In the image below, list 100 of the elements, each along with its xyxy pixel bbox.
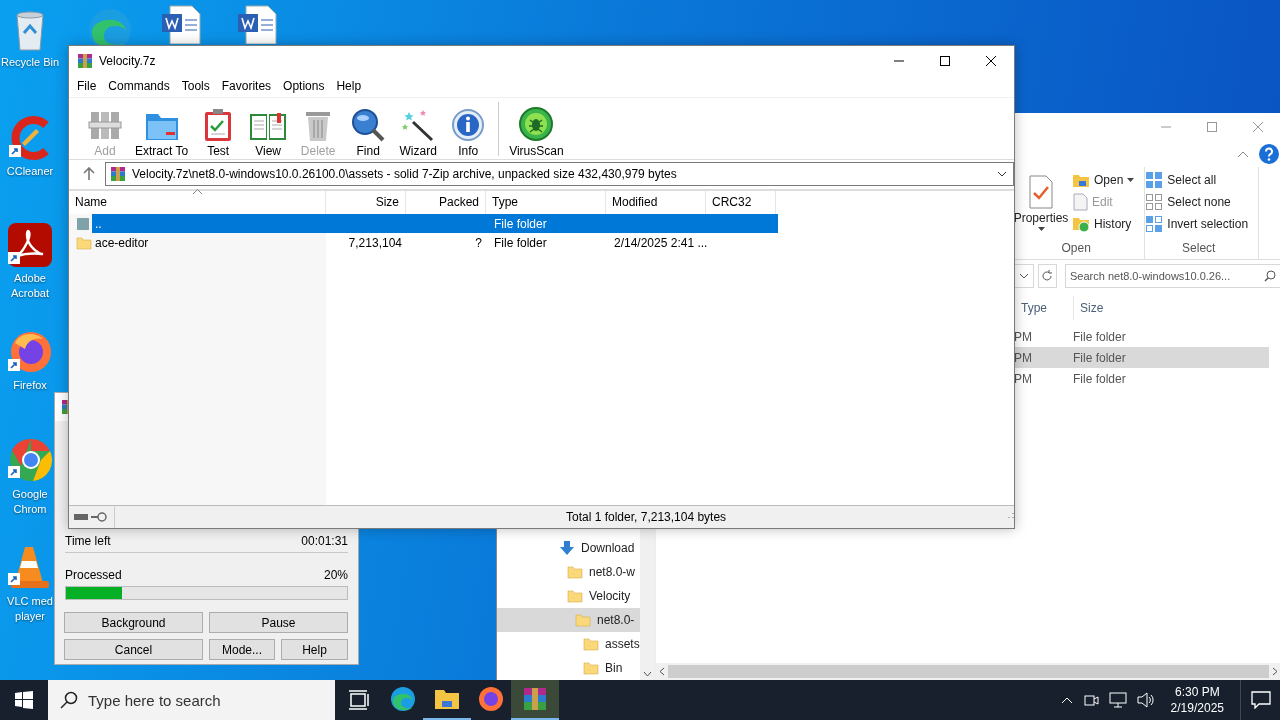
ribbon-button[interactable]: Invert selection [1145,215,1253,233]
refresh-button[interactable] [1037,264,1057,288]
menu-item[interactable]: Tools [175,76,216,97]
table-cell-text: PM [1014,329,1033,344]
camera-icon[interactable] [1082,692,1099,708]
collapse-ribbon-icon[interactable] [1237,150,1249,158]
tree-item[interactable]: assets [497,632,640,656]
toolbar-button[interactable]: VirusScan [505,99,568,158]
ribbon-button[interactable]: Select all [1145,171,1253,189]
icon-label: Recycle Bin [0,55,60,70]
key-icon [91,512,107,522]
maximize-icon [1207,122,1217,132]
dialog-button[interactable]: Background [64,612,203,633]
dialog-button[interactable]: Pause [209,612,348,633]
tree-item[interactable]: net8.0- [497,608,640,632]
field-label: Time left [65,534,111,548]
search-field[interactable]: Search net8.0-windows10.0.26... [1065,264,1280,288]
select-none-icon [1145,193,1164,211]
scroll-left-icon[interactable] [659,667,665,676]
caret-icon [1127,178,1135,182]
menu-item[interactable]: Help [330,76,368,97]
chevron-up-icon[interactable] [1060,696,1073,704]
percent-value: 20% [323,568,348,582]
notification-icon [1250,691,1271,709]
tree-item[interactable]: Bin [497,656,640,680]
folder-icon [76,235,92,250]
magnifier-icon [351,107,386,142]
table-cell-text: .. [94,216,103,231]
toolbar-button[interactable]: Test [194,99,243,158]
toolbar-button[interactable]: View [244,99,293,158]
caret-icon [1037,227,1045,231]
taskbar-search-field[interactable]: Type here to search [48,680,335,720]
firefox-icon [7,329,53,375]
status-text: Total 1 folder, 7,213,104 bytes [565,510,728,524]
icon-label: VLC med player [6,594,54,624]
column-header[interactable]: Size [1073,296,1191,320]
chrome-icon [7,436,53,484]
group-label: Select [1181,240,1217,257]
clock-date[interactable]: 2/19/2025 [1170,700,1224,716]
file-row[interactable]: .. File folder [92,214,778,233]
clock-time[interactable]: 6:30 PM [1174,684,1220,700]
field-label: Processed [65,568,122,582]
menu-item[interactable]: Options [277,76,331,97]
table-cell-text: File folder [493,216,548,231]
tree-item[interactable]: Velocity [497,584,640,608]
window-title: Velocity.7z [99,54,156,68]
edge-icon[interactable] [390,686,416,712]
ribbon-button[interactable]: History [1072,215,1139,233]
file-row[interactable]: ace-editor 7,213,104 ? File folder 2/14/2025 2:41 ... [92,233,778,252]
archive-icon [77,53,93,69]
folder-icon [76,216,90,231]
properties-icon [1028,175,1054,209]
ribbon-button[interactable]: Open [1072,171,1139,189]
toolbar-button[interactable]: Find [344,99,393,158]
table-cell-text: ace-editor [94,235,150,250]
path-combo[interactable]: Velocity.7z\net8.0-windows10.0.26100.0\assets - solid 7-Zip archive, unpacked size 432,430,979 bytes [105,161,1014,186]
file-row[interactable]: PM File folder [1014,368,1269,389]
icon-label: CCleaner [5,164,55,179]
dialog-button[interactable]: Help [281,639,348,660]
ribbon-button[interactable]: Properties [1014,171,1068,239]
chevron-down-icon [997,170,1007,177]
table-cell-text: 2/14/2025 2:41 ... [613,235,708,250]
scrollbar-thumb[interactable] [668,665,1269,678]
toolbar-button[interactable]: Extract To [131,99,193,158]
menu-item[interactable]: Commands [102,76,176,97]
network-icon[interactable] [1108,692,1127,708]
ribbon-button[interactable]: Select none [1145,193,1253,211]
folder-icon [567,565,583,579]
tree-item[interactable]: Download [497,536,640,560]
help-icon[interactable] [1259,144,1279,164]
tree-item[interactable]: net8.0-w [497,560,640,584]
menu-item[interactable]: File [71,76,103,97]
task-view-icon [348,690,370,710]
close-icon [1253,122,1263,132]
scroll-down-icon[interactable] [642,671,652,677]
volume-icon[interactable] [1136,692,1155,708]
folder-icon [1072,172,1090,188]
icon-label: Google Chrom [11,487,49,517]
file-row[interactable]: PM File folder [1014,347,1269,368]
refresh-icon [1041,270,1054,282]
dialog-button[interactable]: Cancel [64,639,203,660]
toolbar-button[interactable]: Wizard [394,99,443,158]
select-all-icon [1145,171,1164,189]
toolbar-button[interactable]: Info [444,99,493,158]
search-icon [1264,270,1276,282]
up-arrow-icon[interactable] [83,166,95,181]
folder-icon [567,589,583,603]
archive-icon [110,165,126,182]
dialog-button[interactable]: Mode... [209,639,275,660]
chevron-down-icon [1018,273,1029,279]
archive-icon[interactable] [522,686,548,712]
scroll-right-icon[interactable] [1272,667,1278,676]
history-icon [1072,215,1090,233]
file-row[interactable]: PM File folder [1014,326,1269,347]
firefox-icon[interactable] [478,686,504,712]
table-cell-text: PM [1014,350,1033,365]
table-cell-text: File folder [1073,371,1127,386]
folder-icon[interactable] [434,687,460,711]
menu-item[interactable]: Favorites [215,76,278,97]
windows-logo-icon [15,691,33,709]
